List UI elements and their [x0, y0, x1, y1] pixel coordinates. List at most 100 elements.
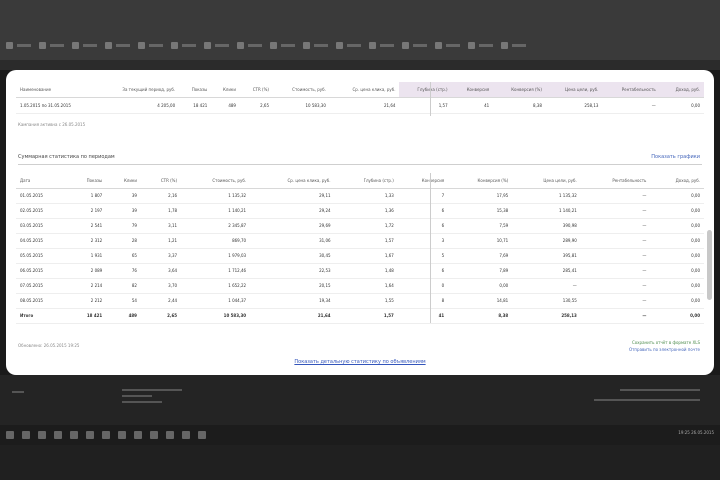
bookmark-icon[interactable]	[336, 41, 343, 49]
col-conversions[interactable]: Конверсия	[397, 173, 449, 189]
summary-cell: 41	[451, 97, 494, 114]
bookmark-label[interactable]	[479, 43, 493, 47]
period-rows: 01.05.2015 1 807 39 2,16 1 135,32 29,11 1,33 7 1…	[16, 188, 704, 324]
bookmark-label[interactable]	[347, 43, 361, 47]
app-icon[interactable]	[70, 431, 78, 439]
bookmark-label[interactable]	[50, 43, 64, 47]
bookmark-label[interactable]	[248, 43, 262, 47]
table-cell: 10,71	[448, 233, 513, 249]
app-icon[interactable]	[198, 431, 206, 439]
footer-text-line	[620, 389, 700, 391]
bookmark-icon[interactable]	[435, 41, 442, 49]
modal-scrollbar[interactable]	[707, 230, 712, 300]
table-cell: —	[580, 203, 651, 219]
summary-header-row: Наименование За текущий период, руб. Пок…	[16, 82, 704, 98]
col-revenue[interactable]: Доход, руб.	[650, 173, 704, 189]
app-icon[interactable]	[182, 431, 190, 439]
bookmark-icon[interactable]	[468, 41, 475, 49]
bookmark-icon[interactable]	[105, 41, 112, 49]
app-icon[interactable]	[86, 431, 94, 439]
table-cell: 1,67	[334, 248, 398, 264]
show-charts-link[interactable]: Показать графики	[651, 154, 700, 160]
app-icon[interactable]	[134, 431, 142, 439]
ad-details-link[interactable]: Показать детальную статистику по объявле…	[6, 359, 714, 365]
bookmark-label[interactable]	[182, 43, 196, 47]
col-cpc[interactable]: Ср. цена клика, руб.	[250, 173, 335, 189]
bookmark-label[interactable]	[83, 43, 97, 47]
export-xls-link[interactable]: Сохранить отчёт в формате XLS	[629, 340, 700, 345]
bookmark-icon[interactable]	[72, 41, 79, 49]
bookmark-icon[interactable]	[501, 41, 508, 49]
bookmark-label[interactable]	[512, 43, 526, 47]
section-title: Суммарная статистика по периодам	[18, 154, 115, 160]
summary-cell: 258,13	[545, 97, 603, 114]
bookmark-icon[interactable]	[39, 41, 46, 49]
bookmark-icon[interactable]	[369, 41, 376, 49]
table-cell: 1 135,32	[181, 188, 251, 204]
table-cell: —	[580, 248, 651, 264]
date-cell: 08.05.2015	[16, 293, 68, 309]
table-cell: 489	[106, 308, 141, 324]
col-cost[interactable]: Стоимость, руб.	[181, 173, 251, 189]
app-icon[interactable]	[54, 431, 62, 439]
table-cell: 28	[106, 233, 141, 249]
table-cell: —	[580, 278, 651, 294]
col-depth[interactable]: Глубина (стр.)	[334, 173, 398, 189]
table-cell: 869,70	[181, 233, 251, 249]
table-cell: 0,00	[650, 203, 704, 219]
table-cell: 21,64	[250, 308, 335, 324]
bookmark-icon[interactable]	[171, 41, 178, 49]
col-ctr[interactable]: CTR (%)	[140, 173, 182, 189]
table-cell: 3,11	[140, 218, 182, 234]
summary-cell: 8,38	[493, 97, 546, 114]
bookmark-label[interactable]	[314, 43, 328, 47]
summary-cell: 4 205,00	[96, 97, 180, 114]
bookmark-icon[interactable]	[303, 41, 310, 49]
table-cell: —	[512, 278, 581, 294]
bookmark-icon[interactable]	[270, 41, 277, 49]
bookmark-label[interactable]	[446, 43, 460, 47]
bookmark-label[interactable]	[281, 43, 295, 47]
col-conv-rate[interactable]: Конверсия (%)	[448, 173, 513, 189]
system-tray[interactable]: 19:25 26.05.2015	[678, 430, 714, 435]
app-icon[interactable]	[166, 431, 174, 439]
task-view-icon[interactable]	[38, 431, 46, 439]
col-goal-cost[interactable]: Цена цели, руб.	[512, 173, 581, 189]
bookmark-icon[interactable]	[204, 41, 211, 49]
table-cell: 2,16	[140, 188, 182, 204]
table-cell: 82	[106, 278, 141, 294]
bookmark-label[interactable]	[17, 43, 31, 47]
app-icon[interactable]	[150, 431, 158, 439]
col-date[interactable]: Дата	[16, 173, 68, 189]
bookmark-icon[interactable]	[237, 41, 244, 49]
col-clicks[interactable]: Клики	[106, 173, 141, 189]
bookmark-icon[interactable]	[6, 41, 13, 49]
bookmark-label[interactable]	[116, 43, 130, 47]
bookmark-icon[interactable]	[138, 41, 145, 49]
table-cell: 2 345,87	[181, 218, 251, 234]
table-cell: 1,55	[334, 293, 398, 309]
bookmark-label[interactable]	[413, 43, 427, 47]
col-roi[interactable]: Рентабельность	[580, 173, 651, 189]
date-cell: 01.05.2015	[16, 188, 68, 204]
col-impressions[interactable]: Показы	[67, 173, 107, 189]
email-report-link[interactable]: Отправить по электронной почте	[629, 347, 700, 352]
start-icon[interactable]	[6, 431, 14, 439]
bookmark-label[interactable]	[215, 43, 229, 47]
bookmark-label[interactable]	[380, 43, 394, 47]
search-icon[interactable]	[22, 431, 30, 439]
summary-col-clicks: Клики	[211, 82, 240, 98]
footer-text-line	[594, 399, 700, 401]
table-cell: 0,00	[650, 308, 704, 324]
bookmark-label[interactable]	[149, 43, 163, 47]
bookmark-icon[interactable]	[402, 41, 409, 49]
app-icon[interactable]	[102, 431, 110, 439]
clock-time: 19:25	[678, 430, 690, 435]
taskbar	[0, 425, 720, 445]
table-cell: 2,65	[140, 308, 182, 324]
summary-cell: 2,65	[239, 97, 273, 114]
column-divider	[430, 173, 431, 323]
table-cell: 20,15	[250, 278, 335, 294]
date-cell: 02.05.2015	[16, 203, 68, 219]
app-icon[interactable]	[118, 431, 126, 439]
